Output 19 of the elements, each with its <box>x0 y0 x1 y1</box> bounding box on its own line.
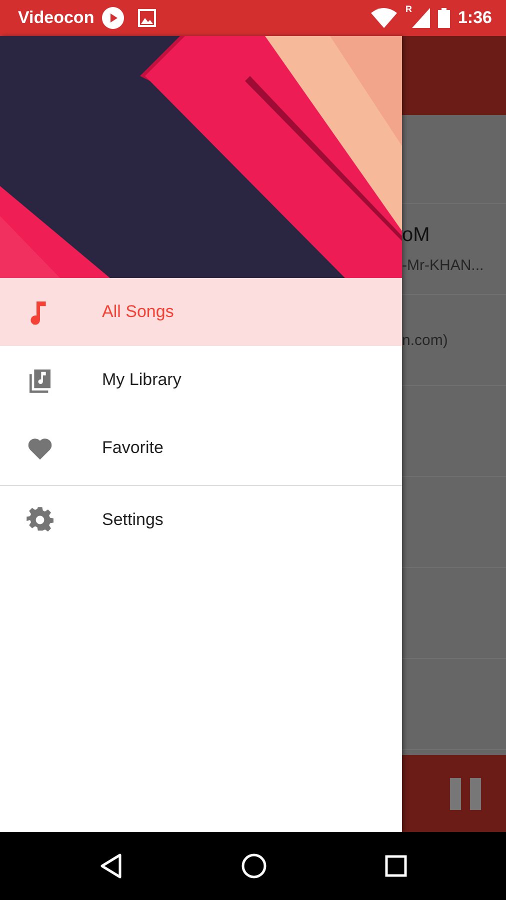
play-icon <box>102 7 124 29</box>
home-button[interactable] <box>241 853 267 879</box>
song-subtitle: -Mr-KHAN... <box>402 257 485 274</box>
drawer-item[interactable]: Favorite <box>0 414 402 482</box>
wifi-icon <box>371 8 398 28</box>
settings-icon <box>26 506 54 534</box>
song-title: oM <box>402 224 431 247</box>
image-icon <box>138 9 156 27</box>
recents-button[interactable] <box>385 855 407 877</box>
pause-icon[interactable] <box>450 778 482 810</box>
roaming-indicator: R <box>405 4 412 14</box>
back-button[interactable] <box>99 853 123 879</box>
drawer-item[interactable]: Settings <box>0 486 402 554</box>
clock-time: 1:36 <box>458 8 492 28</box>
song-subtitle: n.com) <box>402 332 449 348</box>
battery-icon <box>438 8 450 28</box>
signal-icon <box>412 8 430 28</box>
drawer-item[interactable]: My Library <box>0 346 402 414</box>
carrier-name: Videocon <box>18 8 94 28</box>
